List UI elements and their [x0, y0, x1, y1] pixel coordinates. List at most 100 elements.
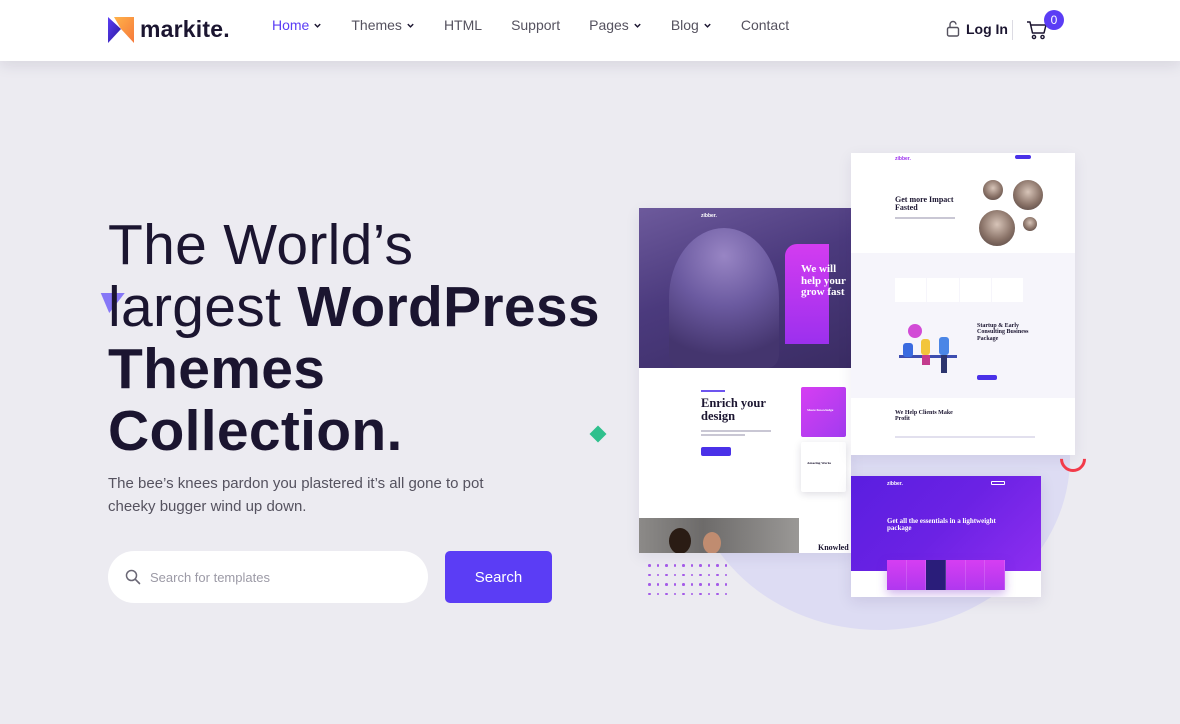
preview-package-heading: Startup & Early Consulting Business Pack…	[977, 323, 1029, 342]
preview-feature	[959, 278, 991, 302]
decor-dot	[682, 583, 685, 586]
decor-dot	[699, 573, 702, 576]
decor-dot	[656, 573, 659, 576]
brand-logo[interactable]: markite.	[108, 16, 230, 43]
decor-dot	[699, 564, 702, 567]
preview-text-line	[895, 436, 1035, 438]
preview-feature-card	[946, 560, 966, 590]
preview-face	[669, 528, 691, 553]
nav-item-html[interactable]: HTML	[444, 17, 482, 33]
nav-item-blog[interactable]: Blog	[671, 17, 712, 33]
decor-dot	[716, 583, 719, 586]
preview-photo-circle	[1011, 178, 1045, 212]
decor-dot-grid	[648, 564, 733, 601]
preview-hero-photo: zibber. We will help your grow fast	[639, 208, 851, 368]
preview-enrich-section: Enrich your design Share Knowledge Amazi…	[639, 368, 851, 518]
search-field[interactable]	[108, 551, 428, 603]
brand-name: markite.	[140, 16, 230, 42]
chevron-down-icon	[407, 23, 414, 28]
search-input[interactable]	[150, 569, 400, 585]
decor-dot	[656, 583, 659, 586]
site-header: markite. Home Themes HTML Support Pages …	[0, 0, 1180, 61]
nav-label: Pages	[589, 17, 629, 33]
preview-card-share: Share Knowledge	[801, 387, 846, 437]
decor-dot	[724, 592, 727, 595]
preview-team-photo	[639, 518, 799, 553]
nav-label: Blog	[670, 17, 699, 33]
preview-feature-card	[926, 560, 947, 590]
preview-section-heading: Enrich your design	[701, 396, 766, 424]
preview-hero-heading: We will help your grow fast	[801, 263, 846, 299]
decor-dot	[724, 573, 727, 576]
decor-dot	[665, 592, 668, 595]
preview-feature-card	[965, 560, 986, 590]
lock-icon	[946, 20, 960, 37]
headline-line-4: Collection.	[108, 399, 403, 463]
preview-feature	[927, 278, 959, 302]
decor-dot	[682, 592, 685, 595]
nav-label: Contact	[740, 17, 790, 33]
nav-label: Support	[511, 17, 561, 33]
theme-preview-right[interactable]: zibber. Get more Impact Fasted Startup &…	[851, 153, 1075, 455]
headline-line-3: Themes	[108, 337, 326, 401]
decor-dot	[716, 592, 719, 595]
decor-dot	[716, 564, 719, 567]
hero-headline: The World’s largest WordPress Themes Col…	[108, 214, 600, 462]
decor-dot	[699, 583, 702, 586]
decor-dot	[673, 573, 676, 576]
nav-item-home[interactable]: Home	[272, 17, 322, 33]
preview-right-hero: zibber. Get more Impact Fasted	[851, 153, 1075, 253]
nav-item-support[interactable]: Support	[511, 17, 560, 33]
preview-brand: zibber.	[701, 213, 717, 219]
decor-dot	[690, 583, 693, 586]
theme-preview-left[interactable]: zibber. We will help your grow fast Enri…	[639, 208, 851, 553]
decor-dot	[707, 583, 710, 586]
nav-item-themes[interactable]: Themes	[351, 17, 415, 33]
nav-item-pages[interactable]: Pages	[589, 17, 642, 33]
nav-item-contact[interactable]: Contact	[741, 17, 789, 33]
decor-dot	[716, 573, 719, 576]
markite-logo-icon	[108, 16, 134, 43]
main-nav: Home Themes HTML Support Pages Blog Cont…	[272, 17, 818, 33]
decor-dot	[724, 564, 727, 567]
header-divider	[1012, 20, 1013, 40]
preview-illustration	[899, 324, 957, 373]
preview-feature	[895, 278, 927, 302]
preview-card-works: Amazing Works	[801, 442, 846, 492]
decor-dot	[648, 573, 651, 576]
decor-dot	[707, 564, 710, 567]
preview-button	[977, 375, 997, 380]
preview-nav-button	[1015, 155, 1031, 159]
nav-label: HTML	[443, 17, 483, 33]
cart-count-badge: 0	[1044, 10, 1064, 30]
preview-photo-circle	[977, 208, 1017, 248]
headline-light-word: largest	[108, 275, 282, 339]
preview-brand: zibber.	[895, 156, 911, 162]
search-button[interactable]: Search	[445, 551, 552, 603]
decor-dot	[665, 573, 668, 576]
preview-photo-circle	[1021, 215, 1039, 233]
login-link[interactable]: Log In	[946, 20, 1008, 37]
preview-text-line	[701, 430, 771, 432]
decor-dot	[699, 592, 702, 595]
decor-dot	[690, 573, 693, 576]
nav-label: Home	[272, 17, 310, 33]
preview-hero-heading: Get all the essentials in a lightweight …	[887, 517, 996, 533]
preview-text-line	[895, 217, 955, 219]
decor-dot	[648, 592, 651, 595]
headline-bold-word: WordPress	[297, 275, 600, 339]
preview-text-line	[701, 434, 745, 436]
preview-nav-button	[991, 481, 1005, 485]
decor-dot	[724, 583, 727, 586]
hero-subtext: The bee’s knees pardon you plastered it’…	[108, 475, 484, 515]
preview-person-image	[669, 228, 779, 368]
decor-dot	[690, 564, 693, 567]
preview-button	[701, 447, 731, 456]
chevron-down-icon	[704, 23, 711, 28]
nav-label: Themes	[351, 17, 402, 33]
decor-dot	[648, 583, 651, 586]
theme-preview-bottom[interactable]: zibber. Get all the essentials in a ligh…	[851, 476, 1041, 597]
decor-dot	[690, 592, 693, 595]
preview-feature-cards	[887, 560, 1006, 590]
preview-profit-section: We Help Clients Make Profit	[851, 398, 1075, 455]
